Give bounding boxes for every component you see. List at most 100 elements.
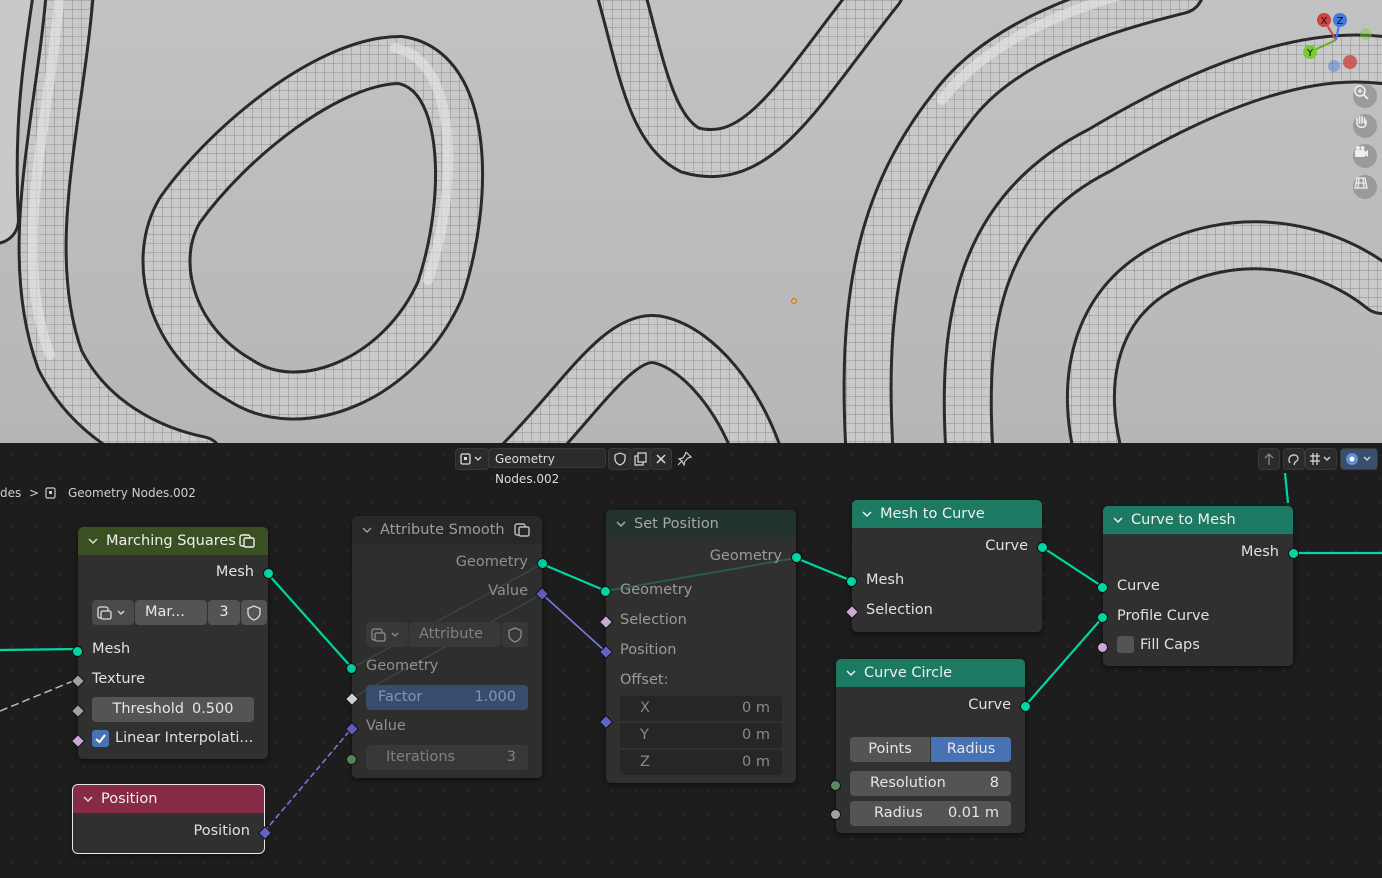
chevron-down-icon[interactable] bbox=[83, 794, 93, 804]
resolution-field[interactable]: Resolution 8 bbox=[850, 771, 1011, 796]
node-title: Curve to Mesh bbox=[1131, 512, 1236, 528]
node-attribute-smooth[interactable]: Attribute Smooth Geometry Value Attribut… bbox=[344, 516, 550, 778]
threshold-value: 0.500 bbox=[191, 701, 234, 717]
output-mesh: Mesh bbox=[1240, 544, 1279, 560]
input-selection: Selection bbox=[866, 602, 933, 618]
group-name: Attribute ... bbox=[419, 626, 484, 667]
node-header[interactable]: Position bbox=[73, 785, 264, 813]
node-title: Curve Circle bbox=[864, 665, 953, 681]
factor-field[interactable]: Factor 1.000 bbox=[366, 685, 528, 710]
origin-dot bbox=[790, 297, 798, 305]
socket-out-mesh[interactable] bbox=[263, 568, 274, 579]
iterations-value: 3 bbox=[506, 749, 516, 765]
grid-icon[interactable] bbox=[1353, 175, 1377, 199]
node-editor[interactable]: Geometry Nodes.002 des > Geometry Nodes.… bbox=[0, 443, 1382, 878]
linear-interpolation-checkbox[interactable] bbox=[92, 730, 109, 747]
node-curve-to-mesh[interactable]: Curve to Mesh Mesh Curve Profile Curve F… bbox=[1097, 506, 1299, 666]
socket-in-profile-curve[interactable] bbox=[1097, 612, 1108, 623]
offset-x-field[interactable]: X 0 m bbox=[620, 696, 782, 721]
mode-radius-button[interactable]: Radius bbox=[931, 737, 1011, 762]
socket-in-iterations[interactable] bbox=[346, 754, 357, 765]
node-position[interactable]: Position Position bbox=[72, 784, 273, 854]
socket-out-curve[interactable] bbox=[1020, 701, 1031, 712]
offset-x-label: X bbox=[640, 700, 650, 716]
group-name-field[interactable]: Mar... bbox=[135, 600, 207, 625]
node-title: Mesh to Curve bbox=[880, 506, 985, 522]
chevron-down-icon[interactable] bbox=[862, 509, 872, 519]
socket-in-geometry[interactable] bbox=[346, 663, 357, 674]
output-curve: Curve bbox=[985, 538, 1028, 554]
node-mesh-to-curve[interactable]: Mesh to Curve Curve Mesh Selection bbox=[844, 500, 1048, 632]
offset-x-value: 0 m bbox=[742, 700, 770, 716]
input-mesh: Mesh bbox=[866, 572, 905, 588]
fill-caps-checkbox[interactable] bbox=[1117, 636, 1134, 653]
socket-in-mesh[interactable] bbox=[72, 646, 83, 657]
iterations-field[interactable]: Iterations 3 bbox=[366, 745, 528, 770]
input-texture: Texture bbox=[92, 671, 146, 687]
group-browse-button[interactable] bbox=[92, 600, 134, 625]
group-name-field[interactable]: Attribute ... bbox=[409, 622, 501, 667]
socket-in-mesh[interactable] bbox=[846, 576, 857, 587]
hand-icon[interactable] bbox=[1353, 114, 1377, 138]
socket-in-fill-caps[interactable] bbox=[1097, 642, 1108, 653]
zoom-icon[interactable] bbox=[1353, 84, 1377, 108]
camera-icon[interactable] bbox=[1353, 144, 1377, 168]
node-curve-circle[interactable]: Curve Circle Curve Points Radius Resolut… bbox=[830, 659, 1031, 833]
node-marching-squares[interactable]: Marching Squares Mesh Mar... 3 Mesh Text… bbox=[70, 527, 274, 759]
fake-user-toggle[interactable] bbox=[241, 600, 267, 625]
fill-caps-label: Fill Caps bbox=[1140, 637, 1200, 653]
offset-z-field[interactable]: Z 0 m bbox=[620, 750, 782, 775]
group-selector[interactable]: Mar... 3 bbox=[92, 600, 267, 626]
input-curve: Curve bbox=[1117, 578, 1160, 594]
chevron-down-icon[interactable] bbox=[88, 536, 98, 546]
resolution-label: Resolution bbox=[870, 775, 946, 791]
radius-field[interactable]: Radius 0.01 m bbox=[850, 801, 1011, 826]
offset-label: Offset: bbox=[620, 672, 669, 688]
chevron-down-icon[interactable] bbox=[1113, 515, 1123, 525]
socket-out-geometry[interactable] bbox=[537, 558, 548, 569]
offset-z-label: Z bbox=[640, 754, 650, 770]
fake-user-toggle[interactable] bbox=[502, 622, 528, 647]
input-geometry: Geometry bbox=[366, 658, 439, 674]
mode-radius-label: Radius bbox=[946, 741, 996, 757]
gizmo-x-label: X bbox=[1321, 16, 1328, 27]
node-header[interactable]: Curve to Mesh bbox=[1103, 506, 1293, 534]
3d-viewport[interactable]: X Z Y bbox=[0, 0, 1382, 443]
socket-in-geometry[interactable] bbox=[600, 586, 611, 597]
socket-in-radius[interactable] bbox=[830, 809, 841, 820]
socket-out-geometry[interactable] bbox=[791, 552, 802, 563]
chevron-down-icon[interactable] bbox=[846, 668, 856, 678]
mode-points-label: Points bbox=[868, 741, 912, 757]
group-selector[interactable]: Attribute ... bbox=[366, 622, 528, 667]
tube-mesh-render bbox=[0, 0, 1382, 443]
socket-out-mesh[interactable] bbox=[1288, 548, 1299, 559]
group-users-count[interactable]: 3 bbox=[208, 600, 240, 625]
offset-z-value: 0 m bbox=[742, 754, 770, 770]
node-group-icon bbox=[239, 534, 255, 548]
output-value: Value bbox=[488, 583, 528, 599]
output-position: Position bbox=[193, 823, 250, 839]
group-name: Mar... bbox=[145, 604, 185, 620]
threshold-field[interactable]: Threshold 0.500 bbox=[92, 697, 254, 722]
socket-out-curve[interactable] bbox=[1037, 542, 1048, 553]
navigation-gizmo[interactable]: X Z Y bbox=[1296, 8, 1376, 78]
gizmo-z-label: Z bbox=[1337, 16, 1344, 27]
users-count: 3 bbox=[219, 604, 229, 620]
socket-in-resolution[interactable] bbox=[830, 780, 841, 791]
gizmo-y-label: Y bbox=[1306, 48, 1314, 59]
offset-y-label: Y bbox=[640, 727, 649, 743]
node-header[interactable]: Mesh to Curve bbox=[852, 500, 1042, 528]
node-header[interactable]: Curve Circle bbox=[836, 659, 1025, 687]
group-browse-button[interactable] bbox=[366, 622, 408, 647]
radius-label: Radius bbox=[874, 805, 923, 821]
input-selection: Selection bbox=[620, 612, 687, 628]
offset-y-value: 0 m bbox=[742, 727, 770, 743]
input-profile-curve: Profile Curve bbox=[1117, 608, 1210, 624]
output-geometry: Geometry bbox=[455, 554, 528, 570]
output-mesh: Mesh bbox=[215, 564, 254, 580]
node-set-position[interactable]: Set Position Geometry Geometry Selection… bbox=[598, 510, 802, 783]
socket-in-curve[interactable] bbox=[1097, 582, 1108, 593]
input-geometry: Geometry bbox=[620, 582, 693, 598]
offset-y-field[interactable]: Y 0 m bbox=[620, 723, 782, 748]
mode-points-button[interactable]: Points bbox=[850, 737, 930, 762]
